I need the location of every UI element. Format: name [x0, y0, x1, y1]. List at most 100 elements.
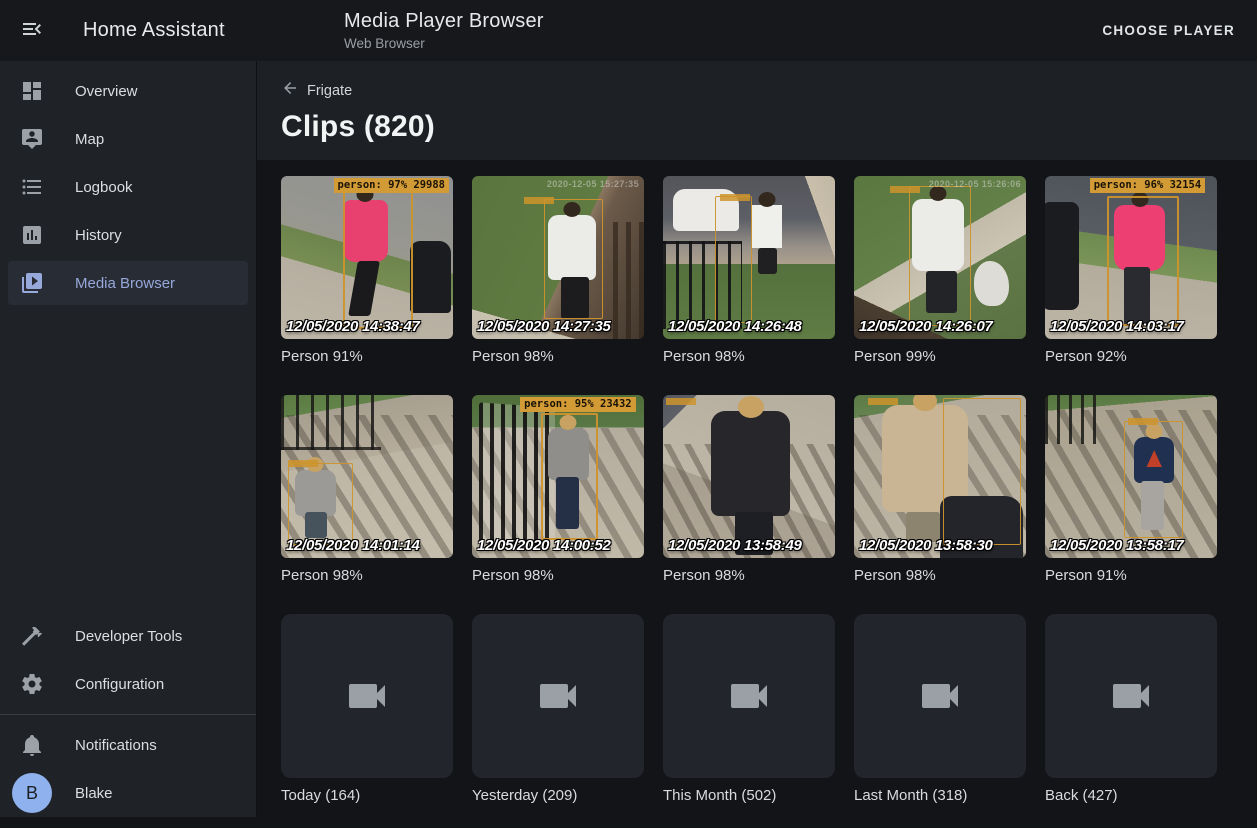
clip-caption: Person 91%: [281, 348, 453, 365]
detection-box: [343, 191, 414, 330]
folder-label: Back (427): [1045, 787, 1217, 804]
clip-caption: Person 98%: [854, 567, 1026, 584]
timestamp-overlay: 12/05/2020 14:26:07: [859, 318, 993, 335]
clip-card[interactable]: person: 96% 32154 12/05/2020 14:03:17 Pe…: [1045, 176, 1217, 365]
sidebar-item-label: Map: [75, 131, 104, 148]
detection-label-small: [1128, 418, 1158, 425]
timestamp-overlay: 12/05/2020 13:58:30: [859, 537, 993, 554]
detection-label: person: 97% 29988: [334, 178, 449, 193]
breadcrumb-back[interactable]: Frigate: [281, 79, 352, 102]
folder-thumbnail[interactable]: [663, 614, 835, 778]
sidebar: Overview Map Logbook History Media Brows…: [0, 61, 257, 817]
camera-osd-timestamp: 2020-12-05 15:26:06: [929, 179, 1021, 189]
clip-thumbnail[interactable]: 12/05/2020 14:26:48: [663, 176, 835, 339]
app-header: Home Assistant Media Player Browser Web …: [0, 0, 1257, 61]
clip-card[interactable]: person: 95% 23432 12/05/2020 14:00:52 Pe…: [472, 395, 644, 584]
video-icon: [343, 672, 391, 720]
folder-thumbnail[interactable]: [854, 614, 1026, 778]
folder-thumbnail[interactable]: [1045, 614, 1217, 778]
detection-label: person: 95% 23432: [520, 397, 635, 412]
folder-card-back[interactable]: Back (427): [1045, 614, 1217, 804]
clip-thumbnail[interactable]: 12/05/2020 13:58:49: [663, 395, 835, 558]
clip-card[interactable]: 12/05/2020 13:58:30 Person 98%: [854, 395, 1026, 584]
sidebar-item-notifications[interactable]: Notifications: [8, 723, 248, 767]
stroller-object: [1045, 202, 1079, 310]
choose-player-button[interactable]: CHOOSE PLAYER: [1094, 13, 1243, 48]
clip-thumbnail[interactable]: 2020-12-05 15:26:06 12/05/2020 14:26:07: [854, 176, 1026, 339]
sidebar-item-developer-tools[interactable]: Developer Tools: [8, 614, 248, 658]
clip-thumbnail[interactable]: 12/05/2020 13:58:17: [1045, 395, 1217, 558]
trash-bag-object: [974, 261, 1008, 307]
video-icon: [534, 672, 582, 720]
hammer-icon: [20, 624, 44, 648]
detection-label-small: [666, 398, 696, 405]
clip-thumbnail[interactable]: person: 96% 32154 12/05/2020 14:03:17: [1045, 176, 1217, 339]
person-legs: [758, 248, 777, 274]
detection-label-small: [868, 398, 898, 405]
folder-label: Yesterday (209): [472, 787, 644, 804]
folder-label: This Month (502): [663, 787, 835, 804]
clip-thumbnail[interactable]: 2020-12-05 15:27:35 12/05/2020 14:27:35: [472, 176, 644, 339]
timestamp-overlay: 12/05/2020 14:01:14: [286, 537, 420, 554]
timestamp-overlay: 12/05/2020 13:58:17: [1050, 537, 1184, 554]
profile-name: Blake: [75, 785, 113, 802]
clip-card[interactable]: person: 97% 29988 12/05/2020 14:38:47 Pe…: [281, 176, 453, 365]
clip-caption: Person 99%: [854, 348, 1026, 365]
folder-card-last-month[interactable]: Last Month (318): [854, 614, 1026, 804]
video-icon: [725, 672, 773, 720]
clip-caption: Person 92%: [1045, 348, 1217, 365]
sidebar-item-profile[interactable]: B Blake: [8, 771, 248, 815]
clip-thumbnail[interactable]: 12/05/2020 14:01:14: [281, 395, 453, 558]
folder-card-yesterday[interactable]: Yesterday (209): [472, 614, 644, 804]
timestamp-overlay: 12/05/2020 14:03:17: [1050, 318, 1184, 335]
camera-osd-timestamp: 2020-12-05 15:27:35: [547, 179, 639, 189]
folder-card-this-month[interactable]: This Month (502): [663, 614, 835, 804]
clip-card[interactable]: 2020-12-05 15:26:06 12/05/2020 14:26:07 …: [854, 176, 1026, 365]
timestamp-overlay: 12/05/2020 14:00:52: [477, 537, 611, 554]
detection-label: person: 96% 32154: [1090, 178, 1205, 193]
clip-card[interactable]: 12/05/2020 13:58:49 Person 98%: [663, 395, 835, 584]
list-bulleted-icon: [20, 175, 44, 199]
folder-thumbnail[interactable]: [472, 614, 644, 778]
sidebar-item-logbook[interactable]: Logbook: [8, 165, 248, 209]
app-title: Home Assistant: [83, 19, 225, 42]
clip-caption: Person 91%: [1045, 567, 1217, 584]
clip-caption: Person 98%: [472, 348, 644, 365]
clip-caption: Person 98%: [663, 348, 835, 365]
clip-caption: Person 98%: [281, 567, 453, 584]
detection-label-small: [288, 460, 318, 467]
appbar-sidebar-section: Home Assistant: [0, 13, 257, 49]
account-location-icon: [20, 127, 44, 151]
sidebar-toggle-button[interactable]: [14, 13, 50, 49]
folder-label: Last Month (318): [854, 787, 1026, 804]
iron-fence: [281, 395, 381, 450]
avatar: B: [12, 773, 52, 813]
person-figure: [752, 205, 781, 247]
clip-thumbnail[interactable]: 12/05/2020 13:58:30: [854, 395, 1026, 558]
sidebar-item-label: Media Browser: [75, 275, 175, 292]
sidebar-item-map[interactable]: Map: [8, 117, 248, 161]
folder-card-today[interactable]: Today (164): [281, 614, 453, 804]
sidebar-item-media-browser[interactable]: Media Browser: [8, 261, 248, 305]
sidebar-item-history[interactable]: History: [8, 213, 248, 257]
sidebar-item-overview[interactable]: Overview: [8, 69, 248, 113]
menu-open-icon: [20, 17, 44, 44]
breadcrumb-label: Frigate: [307, 83, 352, 99]
detection-box: [288, 463, 353, 545]
clip-card[interactable]: 12/05/2020 13:58:17 Person 91%: [1045, 395, 1217, 584]
folder-thumbnail[interactable]: [281, 614, 453, 778]
sidebar-item-configuration[interactable]: Configuration: [8, 662, 248, 706]
sidebar-item-label: History: [75, 227, 122, 244]
sidebar-item-label: Notifications: [75, 737, 157, 754]
folder-label: Today (164): [281, 787, 453, 804]
clip-card[interactable]: 12/05/2020 14:01:14 Person 98%: [281, 395, 453, 584]
clip-card[interactable]: 2020-12-05 15:27:35 12/05/2020 14:27:35 …: [472, 176, 644, 365]
stroller-object: [410, 241, 451, 313]
clips-grid: person: 97% 29988 12/05/2020 14:38:47 Pe…: [257, 160, 1257, 828]
porch-railing: [613, 222, 644, 339]
iron-fence: [1045, 395, 1103, 444]
clip-thumbnail[interactable]: person: 95% 23432 12/05/2020 14:00:52: [472, 395, 644, 558]
clip-card[interactable]: 12/05/2020 14:26:48 Person 98%: [663, 176, 835, 365]
clip-thumbnail[interactable]: person: 97% 29988 12/05/2020 14:38:47: [281, 176, 453, 339]
sidebar-spacer: [0, 307, 256, 612]
